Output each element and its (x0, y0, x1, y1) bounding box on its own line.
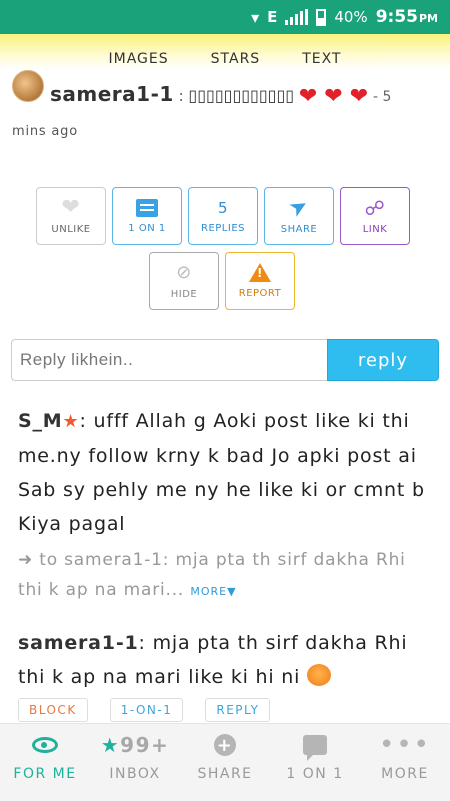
block-button[interactable]: BLOCK (18, 698, 88, 722)
clock: 9:55PM (375, 7, 438, 27)
status-bar: ▾ E 40% 9:55PM (0, 0, 450, 34)
signal-icon (285, 9, 309, 25)
post-username[interactable]: samera1-1 (50, 82, 174, 106)
comment-separator: : (138, 632, 146, 654)
top-tabs: IMAGES STARS TEXT (0, 34, 450, 70)
reply-chip[interactable]: REPLY (205, 698, 271, 722)
nav-label: MORE (381, 766, 429, 782)
one-on-one-button[interactable]: 1 ON 1 (112, 187, 182, 245)
comment-username[interactable]: S_M (18, 410, 63, 432)
dots-icon: ••• (378, 730, 431, 760)
eye-off-icon: ⊘ (176, 261, 192, 283)
link-icon: ☍ (364, 195, 386, 220)
bottom-nav: FOR ME ★ 99+ INBOX + SHARE 1 ON 1 ••• MOR… (0, 723, 450, 801)
comment-username[interactable]: samera1-1 (18, 632, 139, 654)
report-label: REPORT (238, 288, 282, 299)
tab-stars[interactable]: STARS (209, 51, 263, 67)
comment-body: S_M★: ufff Allah g Aoki post like ki thi… (18, 404, 428, 541)
nav-label: FOR ME (13, 766, 77, 782)
post-time-prefix: - 5 (372, 89, 392, 105)
warning-icon: ! (249, 263, 271, 282)
reply-form: reply (11, 339, 439, 381)
hide-label: HIDE (170, 288, 198, 300)
unlike-label: UNLIKE (51, 223, 91, 235)
nav-label: INBOX (109, 766, 161, 782)
comment-quote[interactable]: ➜ to samera1-1: mja pta th sirf dakha Rh… (18, 545, 428, 607)
battery-icon (316, 8, 327, 26)
one-on-one-label: 1 ON 1 (128, 222, 166, 234)
reply-input[interactable] (11, 339, 327, 381)
replies-label: REPLIES (201, 222, 245, 234)
inbox-badge: ★ 99+ (100, 733, 170, 757)
nav-more[interactable]: ••• MORE (360, 732, 450, 782)
message-icon (136, 198, 158, 217)
post-title-line: samera1-1 : ▯▯▯▯▯▯▯▯▯▯▯▯ ❤ ❤ ❤ - 5 (50, 82, 391, 109)
heart-icon: ❤ (61, 194, 81, 220)
comment: S_M★: ufff Allah g Aoki post like ki thi… (18, 404, 428, 607)
comment-separator: : (79, 410, 87, 432)
nav-inbox[interactable]: ★ 99+ INBOX (90, 732, 180, 782)
send-icon: ➤ (284, 191, 314, 223)
eye-icon (32, 737, 58, 753)
link-button[interactable]: ☍ LINK (340, 187, 410, 245)
replies-button[interactable]: 5 REPLIES (188, 187, 258, 245)
wifi-icon: ▾ (251, 7, 260, 27)
tab-text[interactable]: TEXT (300, 51, 343, 67)
comment-actions: BLOCK 1-ON-1 REPLY (18, 698, 271, 722)
nav-for-me[interactable]: FOR ME (0, 732, 90, 782)
post-text: ▯▯▯▯▯▯▯▯▯▯▯▯ (188, 86, 295, 105)
nav-share[interactable]: + SHARE (180, 732, 270, 782)
one-on-one-chip[interactable]: 1-ON-1 (109, 698, 184, 722)
avatar[interactable] (12, 70, 44, 102)
tab-images[interactable]: IMAGES (107, 51, 171, 67)
hide-button[interactable]: ⊘ HIDE (149, 252, 219, 310)
nav-one-on-one[interactable]: 1 ON 1 (270, 732, 360, 782)
more-link[interactable]: MORE▼ (190, 585, 236, 598)
link-label: LINK (362, 223, 388, 235)
nav-label: SHARE (197, 766, 253, 782)
reply-button[interactable]: reply (327, 339, 439, 381)
replies-count: 5 (217, 198, 229, 217)
plus-icon: + (214, 734, 236, 756)
nav-label: 1 ON 1 (286, 766, 344, 782)
star-icon: ★ (62, 411, 80, 432)
report-button[interactable]: ! REPORT (225, 252, 295, 310)
battery-level: 40% (334, 8, 368, 26)
heart-icons: ❤ ❤ ❤ (298, 84, 369, 109)
comment: samera1-1: mja pta th sirf dakha Rhi thi… (18, 626, 428, 694)
post-time-ago: mins ago (12, 124, 78, 139)
network-type: E (267, 8, 278, 26)
chat-icon (303, 735, 327, 761)
star-icon: ★ (100, 733, 121, 757)
share-label: SHARE (280, 223, 318, 235)
unlike-button[interactable]: ❤ UNLIKE (36, 187, 106, 245)
quote-prefix: ➜ to samera1-1: (18, 550, 170, 570)
post-separator: : (178, 87, 184, 105)
share-button[interactable]: ➤ SHARE (264, 187, 334, 245)
angry-face-icon (307, 664, 332, 686)
